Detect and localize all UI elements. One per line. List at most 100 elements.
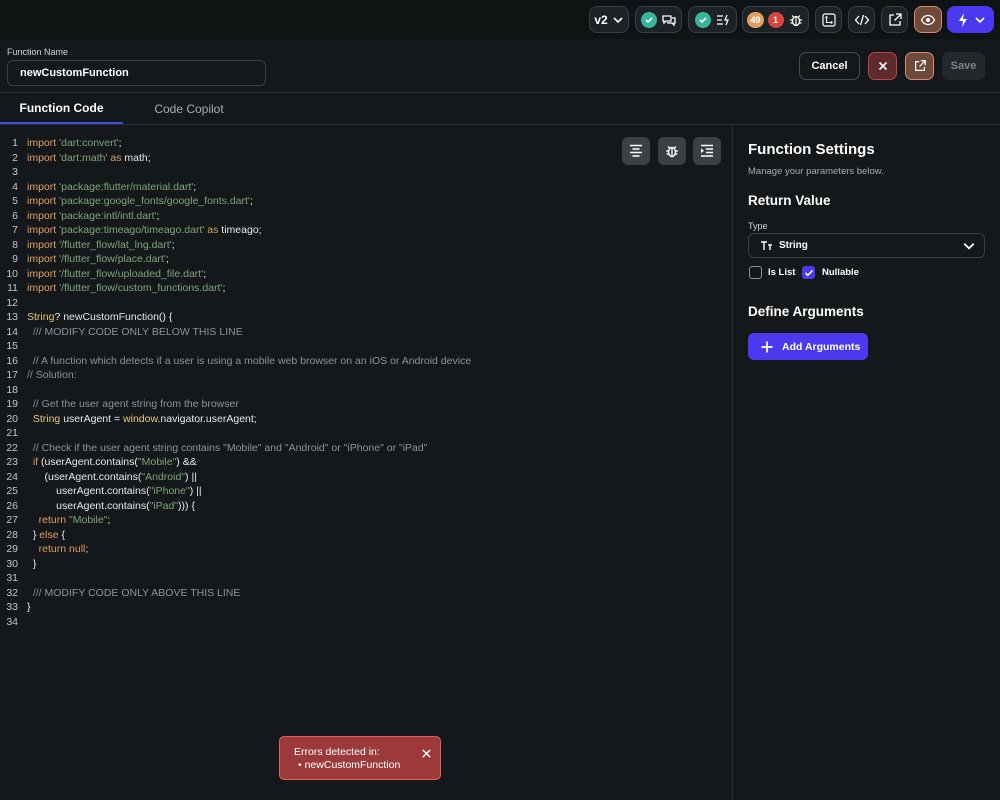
line-content[interactable]: String? newCustomFunction() { [18,310,172,325]
nullable-checkbox[interactable] [802,266,815,279]
line-content[interactable]: userAgent.contains("iPad"))) { [18,499,195,514]
is-list-checkbox[interactable] [749,266,762,279]
preview-button[interactable] [914,6,942,33]
function-name-input[interactable] [7,60,266,86]
code-line[interactable]: 4 import 'package:flutter/material.dart'; [0,180,471,195]
run-button[interactable] [947,6,994,33]
code-line[interactable]: 7 import 'package:timeago/timeago.dart' a… [0,223,471,238]
code-line[interactable]: 9 import '/flutter_flow/place.dart'; [0,252,471,267]
line-content[interactable]: import 'package:google_fonts/google_font… [18,194,253,209]
add-arguments-button[interactable]: Add Arguments [748,333,868,360]
line-content[interactable]: import 'package:intl/intl.dart'; [18,209,159,224]
line-content[interactable]: } else { [18,528,65,543]
line-content[interactable]: return "Mobile"; [18,513,111,528]
code-line[interactable]: 28 } else { [0,528,471,543]
line-content[interactable]: /// MODIFY CODE ONLY ABOVE THIS LINE [18,586,241,601]
code-line[interactable]: 6 import 'package:intl/intl.dart'; [0,209,471,224]
code-line[interactable]: 3 [0,165,471,180]
code-line[interactable]: 25 userAgent.contains("iPhone") || [0,484,471,499]
code-editor[interactable]: 1 import 'dart:convert'; 2 import 'dart:mat… [0,125,733,800]
function-settings-panel: Function Settings Manage your parameters… [734,125,1000,800]
code-line[interactable]: 32 /// MODIFY CODE ONLY ABOVE THIS LINE [0,586,471,601]
toast-error-item[interactable]: • newCustomFunction [298,759,400,771]
code-line[interactable]: 18 [0,383,471,398]
code-line[interactable]: 16 // A function which detects if a user… [0,354,471,369]
test-status-button[interactable] [688,6,737,33]
line-content[interactable]: // A function which detects if a user is… [18,354,471,369]
cancel-button[interactable]: Cancel [799,52,860,80]
indent-button[interactable] [693,137,721,165]
code-line[interactable]: 8 import '/flutter_flow/lat_lng.dart'; [0,238,471,253]
line-content[interactable]: import '/flutter_flow/lat_lng.dart'; [18,238,175,253]
comments-status-button[interactable] [635,6,682,33]
line-content[interactable]: // Solution: [18,368,77,383]
code-line[interactable]: 26 userAgent.contains("iPad"))) { [0,499,471,514]
view-code-button[interactable] [848,6,875,33]
discard-button[interactable] [868,52,897,80]
line-content[interactable] [18,296,27,311]
code-line[interactable]: 14 /// MODIFY CODE ONLY BELOW THIS LINE [0,325,471,340]
code-line[interactable]: 21 [0,426,471,441]
tab-code-copilot[interactable]: Code Copilot [130,93,248,124]
line-content[interactable]: return null; [18,542,89,557]
line-content[interactable]: userAgent.contains("iPhone") || [18,484,201,499]
code-line[interactable]: 29 return null; [0,542,471,557]
code-line[interactable]: 19 // Get the user agent string from the… [0,397,471,412]
line-content[interactable] [18,339,27,354]
line-content[interactable]: (userAgent.contains("Android") || [18,470,197,485]
line-content[interactable]: if (userAgent.contains("Mobile") && [18,455,197,470]
issues-button[interactable]: 49 1 [742,6,809,33]
line-number: 17 [6,369,18,381]
plus-icon [761,341,773,352]
debug-button[interactable] [658,137,686,165]
line-content[interactable] [18,426,27,441]
code-line[interactable]: 1 import 'dart:convert'; [0,136,471,151]
code-line[interactable]: 23 if (userAgent.contains("Mobile") && [0,455,471,470]
branches-button[interactable] [815,6,842,33]
open-external-button[interactable] [881,6,908,33]
code-line[interactable]: 27 return "Mobile"; [0,513,471,528]
line-content[interactable]: /// MODIFY CODE ONLY BELOW THIS LINE [18,325,243,340]
line-content[interactable]: import 'package:timeago/timeago.dart' as… [18,223,262,238]
code-line[interactable]: 17// Solution: [0,368,471,383]
code-line[interactable]: 24 (userAgent.contains("Android") || [0,470,471,485]
line-content[interactable]: import '/flutter_flow/custom_functions.d… [18,281,225,296]
version-selector[interactable]: v2 [589,6,629,33]
code-line[interactable]: 22 // Check if the user agent string con… [0,441,471,456]
toast-close-button[interactable] [421,746,432,764]
line-content[interactable]: import 'dart:convert'; [18,136,121,151]
line-content[interactable]: import 'package:flutter/material.dart'; [18,180,196,195]
tab-function-code[interactable]: Function Code [0,93,123,124]
line-content[interactable]: } [18,600,31,615]
return-type-select[interactable]: String [748,233,985,258]
check-circle-icon [640,11,657,28]
code-line[interactable]: 31 [0,571,471,586]
code-line[interactable]: 20 String userAgent = window.navigator.u… [0,412,471,427]
code-line[interactable]: 34 [0,615,471,630]
line-content[interactable]: String userAgent = window.navigator.user… [18,412,257,427]
code-lines[interactable]: 1 import 'dart:convert'; 2 import 'dart:mat… [0,136,471,629]
line-content[interactable]: import '/flutter_flow/place.dart'; [18,252,169,267]
close-icon [878,61,887,71]
save-button[interactable]: Save [942,52,985,80]
line-content[interactable] [18,165,27,180]
code-line[interactable]: 12 [0,296,471,311]
code-line[interactable]: 11 import '/flutter_flow/custom_functions… [0,281,471,296]
open-editor-button[interactable] [905,52,934,80]
line-content[interactable] [18,383,27,398]
code-line[interactable]: 13 String? newCustomFunction() { [0,310,471,325]
line-content[interactable]: // Check if the user agent string contai… [18,441,428,456]
format-code-button[interactable] [622,137,650,165]
line-content[interactable]: import '/flutter_flow/uploaded_file.dart… [18,267,206,282]
line-content[interactable]: // Get the user agent string from the br… [18,397,239,412]
code-line[interactable]: 5 import 'package:google_fonts/google_fon… [0,194,471,209]
line-content[interactable] [18,615,27,630]
line-content[interactable]: } [18,557,37,572]
line-content[interactable] [18,571,27,586]
code-line[interactable]: 15 [0,339,471,354]
code-line[interactable]: 30 } [0,557,471,572]
code-line[interactable]: 10 import '/flutter_flow/uploaded_file.da… [0,267,471,282]
code-line[interactable]: 33} [0,600,471,615]
line-content[interactable]: import 'dart:math' as math; [18,151,151,166]
code-line[interactable]: 2 import 'dart:math' as math; [0,151,471,166]
